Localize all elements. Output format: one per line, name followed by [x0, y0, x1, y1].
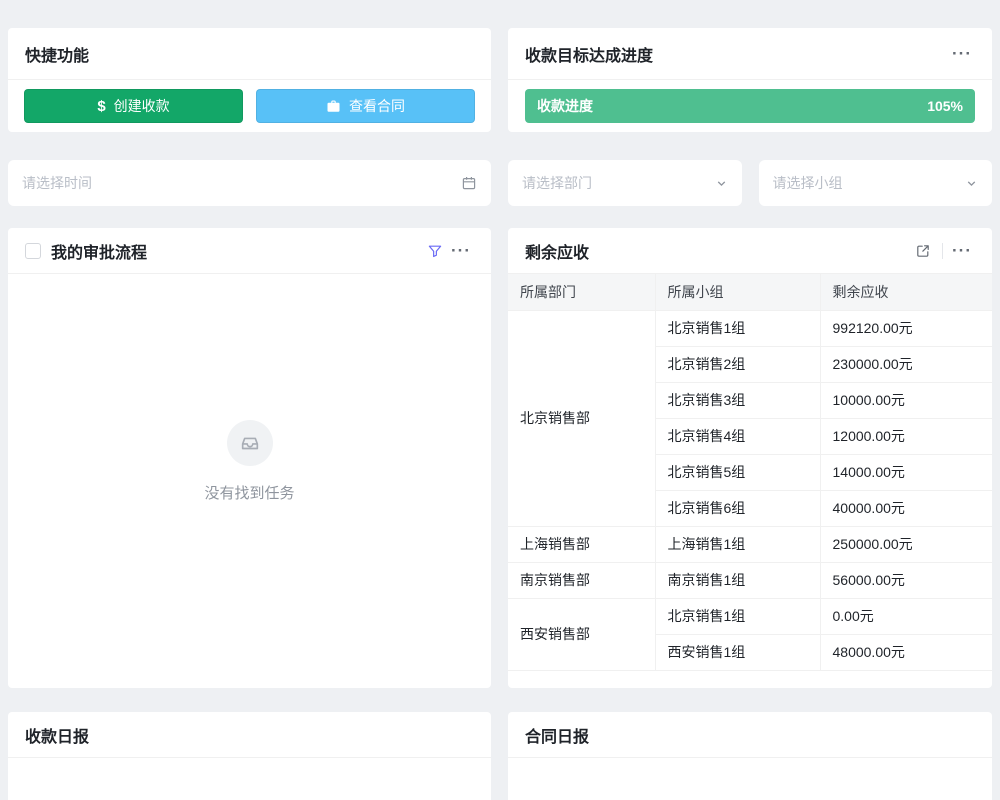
- column-header-group: 所属小组: [655, 274, 820, 310]
- time-select-placeholder: 请选择时间: [22, 173, 92, 193]
- time-select[interactable]: 请选择时间: [8, 160, 491, 206]
- group-cell: 北京销售1组: [655, 310, 820, 346]
- remaining-amount-cell: 12000.00元: [820, 418, 992, 454]
- approval-empty-state: 没有找到任务: [8, 274, 491, 688]
- remaining-amount-cell: 40000.00元: [820, 490, 992, 526]
- quick-functions-title: 快捷功能: [25, 42, 89, 66]
- chevron-down-icon: [965, 177, 978, 190]
- ellipsis-icon: ···: [451, 242, 471, 259]
- group-cell: 北京销售3组: [655, 382, 820, 418]
- view-contract-button[interactable]: 查看合同: [256, 89, 475, 123]
- quick-functions-card: 快捷功能 $ 创建收款 查看合同: [8, 28, 491, 132]
- department-cell: 北京销售部: [508, 310, 655, 526]
- group-cell: 北京销售6组: [655, 490, 820, 526]
- receivable-table-head: 所属部门 所属小组 剩余应收: [508, 274, 992, 310]
- remaining-amount-cell: 230000.00元: [820, 346, 992, 382]
- progress-header: 收款目标达成进度 ···: [508, 28, 992, 80]
- remaining-amount-cell: 250000.00元: [820, 526, 992, 562]
- chevron-down-icon: [715, 177, 728, 190]
- group-cell: 上海销售1组: [655, 526, 820, 562]
- filter-funnel-button[interactable]: [422, 238, 448, 264]
- receivable-table-body: 北京销售部北京销售1组992120.00元北京销售2组230000.00元北京销…: [508, 310, 992, 670]
- group-cell: 北京销售4组: [655, 418, 820, 454]
- receivable-header: 剩余应收 ···: [508, 228, 992, 274]
- approval-title: 我的审批流程: [51, 239, 147, 263]
- progress-card: 收款目标达成进度 ··· 收款进度 105%: [508, 28, 992, 132]
- group-select-placeholder: 请选择小组: [773, 173, 843, 193]
- progress-bar-label: 收款进度: [537, 96, 593, 116]
- department-select-placeholder: 请选择部门: [522, 173, 592, 193]
- create-payment-label: 创建收款: [114, 96, 170, 116]
- payment-daily-header: 收款日报: [8, 712, 491, 758]
- progress-title: 收款目标达成进度: [525, 42, 653, 66]
- contract-daily-header: 合同日报: [508, 712, 992, 758]
- payment-daily-card: 收款日报: [8, 712, 491, 800]
- quick-functions-header: 快捷功能: [8, 28, 491, 80]
- remaining-amount-cell: 48000.00元: [820, 634, 992, 670]
- remaining-amount-cell: 10000.00元: [820, 382, 992, 418]
- contract-daily-card: 合同日报: [508, 712, 992, 800]
- export-button[interactable]: [910, 238, 936, 264]
- department-cell: 西安销售部: [508, 598, 655, 670]
- group-cell: 北京销售1组: [655, 598, 820, 634]
- column-header-remaining: 剩余应收: [820, 274, 992, 310]
- approval-card: 我的审批流程 ··· 没有找到任务: [8, 228, 491, 688]
- middle-row: 我的审批流程 ··· 没有找到任务 剩余应收: [8, 228, 992, 688]
- department-cell: 南京销售部: [508, 562, 655, 598]
- empty-inbox-icon: [227, 420, 273, 466]
- calendar-icon: [461, 175, 477, 191]
- top-row: 快捷功能 $ 创建收款 查看合同 收款目标达成进度: [8, 28, 992, 132]
- approval-more-button[interactable]: ···: [448, 238, 474, 264]
- approval-checkbox[interactable]: [25, 243, 41, 259]
- table-row: 西安销售部北京销售1组0.00元: [508, 598, 992, 634]
- filters-row: 请选择时间 请选择部门 请选择小组: [8, 160, 992, 206]
- table-row: 南京销售部南京销售1组56000.00元: [508, 562, 992, 598]
- divider: [942, 243, 943, 259]
- dollar-icon: $: [97, 98, 105, 115]
- view-contract-label: 查看合同: [349, 96, 405, 116]
- progress-bar-area: 收款进度 105%: [508, 80, 992, 132]
- department-select[interactable]: 请选择部门: [508, 160, 742, 206]
- receivable-more-button[interactable]: ···: [949, 238, 975, 264]
- department-cell: 上海销售部: [508, 526, 655, 562]
- remaining-amount-cell: 992120.00元: [820, 310, 992, 346]
- ellipsis-icon: ···: [952, 45, 972, 62]
- contract-daily-title: 合同日报: [525, 723, 589, 747]
- receivable-card: 剩余应收 ··· 所属部门 所属小组 剩余应收 北京销: [508, 228, 992, 688]
- group-select[interactable]: 请选择小组: [759, 160, 993, 206]
- create-payment-button[interactable]: $ 创建收款: [24, 89, 243, 123]
- bottom-row: 收款日报 合同日报: [8, 712, 992, 800]
- progress-more-button[interactable]: ···: [949, 41, 975, 67]
- column-header-department: 所属部门: [508, 274, 655, 310]
- remaining-amount-cell: 14000.00元: [820, 454, 992, 490]
- table-row: 上海销售部上海销售1组250000.00元: [508, 526, 992, 562]
- receivable-table: 所属部门 所属小组 剩余应收 北京销售部北京销售1组992120.00元北京销售…: [508, 274, 992, 671]
- group-cell: 南京销售1组: [655, 562, 820, 598]
- progress-track: 收款进度 105%: [525, 89, 975, 123]
- ellipsis-icon: ···: [952, 242, 972, 259]
- table-row: 北京销售部北京销售1组992120.00元: [508, 310, 992, 346]
- remaining-amount-cell: 56000.00元: [820, 562, 992, 598]
- dashboard-page: 快捷功能 $ 创建收款 查看合同 收款目标达成进度: [0, 0, 1000, 800]
- quick-buttons-area: $ 创建收款 查看合同: [8, 80, 491, 132]
- group-cell: 西安销售1组: [655, 634, 820, 670]
- payment-daily-title: 收款日报: [25, 723, 89, 747]
- briefcase-icon: [326, 99, 341, 114]
- group-cell: 北京销售5组: [655, 454, 820, 490]
- approval-empty-text: 没有找到任务: [204, 482, 294, 503]
- approval-header: 我的审批流程 ···: [8, 228, 491, 274]
- filters-right: 请选择部门 请选择小组: [508, 160, 992, 206]
- progress-bar-value: 105%: [927, 98, 963, 114]
- remaining-amount-cell: 0.00元: [820, 598, 992, 634]
- group-cell: 北京销售2组: [655, 346, 820, 382]
- progress-fill: 收款进度 105%: [525, 89, 975, 123]
- receivable-title: 剩余应收: [525, 239, 589, 263]
